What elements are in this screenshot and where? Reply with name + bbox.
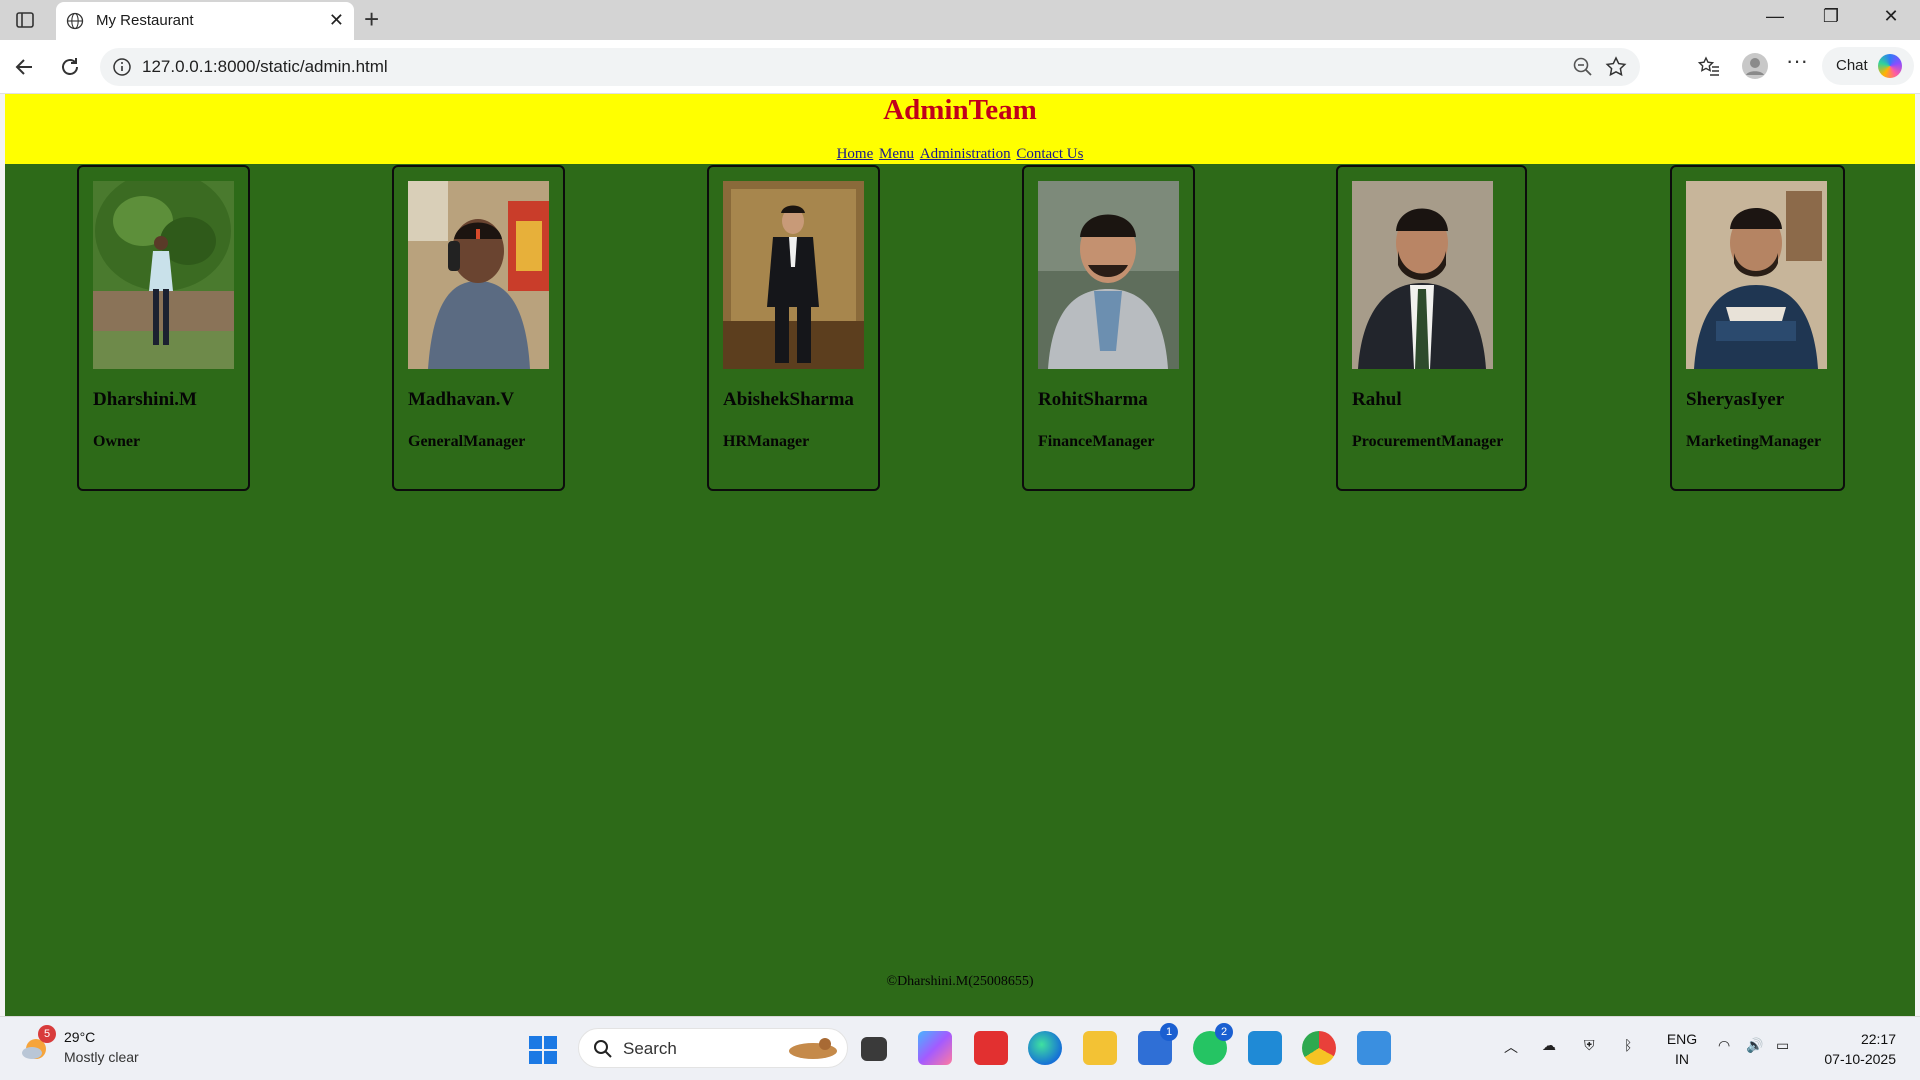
store-badge: 1 [1160,1023,1178,1041]
battery-icon[interactable]: ▭ [1776,1037,1789,1054]
team-card: AbishekSharma HRManager [707,165,880,491]
clock-time: 22:17 [1860,1031,1896,1047]
close-tab-icon[interactable]: ✕ [329,10,344,31]
team-card: SheryasIyer MarketingManager [1670,165,1845,491]
team-member-role: Owner [93,433,141,450]
weather-condition: Mostly clear [64,1049,139,1065]
team-card: Rahul ProcurementManager [1336,165,1527,491]
favorite-star-icon[interactable] [1604,55,1628,79]
tab-my-restaurant[interactable]: My Restaurant ✕ [56,2,354,40]
more-options-icon[interactable]: ··· [1786,48,1808,74]
team-photo [1686,181,1827,369]
address-toolbar: 127.0.0.1:8000/static/admin.html ··· Cha… [0,40,1920,94]
new-tab-icon[interactable]: + [364,4,379,35]
tab-actions-icon[interactable] [14,9,36,31]
chrome-icon[interactable] [1302,1031,1336,1065]
team-member-role: MarketingManager [1686,433,1822,450]
team-member-name: SheryasIyer [1686,389,1785,410]
whatsapp-badge: 2 [1215,1023,1233,1041]
team-member-role: ProcurementManager [1352,433,1504,450]
team-photo [723,181,864,369]
page-footer: ©Dharshini.M(25008655) [886,974,1034,989]
microsoft-store-icon[interactable]: 1 [1138,1023,1178,1065]
address-bar[interactable]: 127.0.0.1:8000/static/admin.html [100,48,1640,86]
page-title: AdminTeam [883,94,1037,126]
volume-icon[interactable]: 🔊 [1746,1037,1763,1054]
file-explorer-icon[interactable] [1083,1031,1117,1065]
weather-temp: 29°C [64,1029,96,1045]
wifi-icon[interactable]: ◠ [1718,1037,1730,1054]
minimize-icon[interactable]: — [1752,6,1798,34]
taskbar-search[interactable]: Search [578,1028,848,1068]
team-member-name: Dharshini.M [93,389,197,410]
chat-label: Chat [1836,57,1868,74]
nav-link-menu[interactable]: Menu [879,146,914,162]
team-member-role: GeneralManager [408,433,526,450]
team-card: Madhavan.V GeneralManager [392,165,565,491]
whatsapp-icon[interactable]: 2 [1193,1023,1233,1065]
zoom-out-icon[interactable] [1572,56,1594,78]
edge-browser-icon[interactable] [1028,1031,1062,1065]
reload-icon[interactable] [57,54,83,80]
team-card: Dharshini.M Owner [77,165,250,491]
system-clock[interactable]: 22:17 07-10-2025 [1806,1029,1896,1069]
page-viewport: AdminTeam Home Menu Administration Conta… [5,94,1915,1016]
windows-start-icon[interactable] [528,1035,558,1065]
nav-link-administration[interactable]: Administration [920,146,1011,162]
team-photo [408,181,549,369]
search-highlight-icon [789,1038,837,1059]
clock-date: 07-10-2025 [1824,1051,1896,1067]
weather-alert-badge: 5 [38,1025,56,1043]
team-photo [93,181,234,369]
language-code: ENG [1666,1031,1698,1047]
image-viewer-icon[interactable] [1357,1031,1391,1065]
profile-avatar-icon[interactable] [1741,52,1769,80]
url-text[interactable]: 127.0.0.1:8000/static/admin.html [142,57,388,77]
team-member-name: AbishekSharma [723,389,854,410]
page-header: AdminTeam Home Menu Administration Conta… [5,94,1915,164]
security-shield-icon[interactable]: ⛨ [1584,1037,1595,1054]
team-member-role: HRManager [723,433,810,450]
tab-title: My Restaurant [96,12,194,29]
browser-tab-bar: My Restaurant ✕ + — ❐ ✕ [0,0,1920,40]
team-member-role: FinanceManager [1038,433,1155,450]
wps-office-icon[interactable] [974,1031,1008,1065]
windows-taskbar: 5 29°C Mostly clear Search 1 2 ︿ ☁ ⛨ ᛒ E… [0,1016,1920,1080]
team-member-name: Madhavan.V [408,389,515,410]
info-icon[interactable] [112,57,132,77]
nav-link-home[interactable]: Home [837,146,874,162]
team-member-name: RohitSharma [1038,389,1148,410]
nav-link-contact-us[interactable]: Contact Us [1016,146,1083,162]
task-view-icon[interactable] [861,1037,887,1061]
restore-icon[interactable]: ❐ [1808,6,1854,34]
vscode-icon[interactable] [1248,1031,1282,1065]
nav-links: Home Menu Administration Contact Us [5,146,1915,163]
team-photo [1038,181,1179,369]
team-photo [1352,181,1493,369]
copilot-icon [1878,54,1902,78]
globe-icon [66,12,84,30]
bluetooth-icon[interactable]: ᛒ [1624,1037,1632,1053]
language-indicator[interactable]: ENG IN [1664,1029,1700,1069]
back-icon[interactable] [12,54,38,80]
search-label: Search [623,1039,677,1058]
favorites-icon[interactable] [1697,54,1721,78]
team-member-name: Rahul [1352,389,1402,410]
show-hidden-icons-icon[interactable]: ︿ [1504,1037,1518,1057]
copilot-app-icon[interactable] [918,1031,952,1065]
chat-copilot-button[interactable]: Chat [1822,47,1914,85]
close-window-icon[interactable]: ✕ [1868,6,1914,34]
team-card: RohitSharma FinanceManager [1022,165,1195,491]
onedrive-icon[interactable]: ☁ [1542,1037,1556,1054]
region-code: IN [1675,1051,1689,1067]
search-icon [594,1040,612,1058]
